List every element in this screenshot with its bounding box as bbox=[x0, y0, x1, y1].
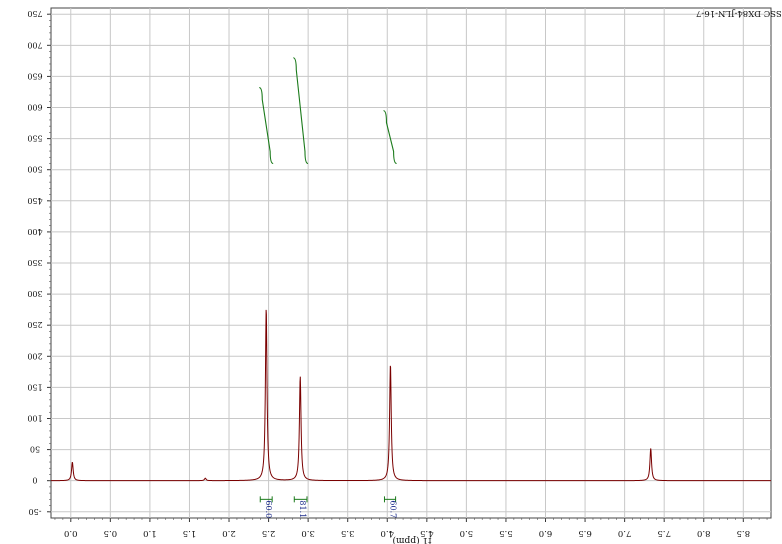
x-tick-label: 2.5 bbox=[262, 528, 276, 538]
y-tick-label: 450 bbox=[27, 196, 42, 205]
x-tick-label: 6.5 bbox=[578, 528, 592, 538]
x-axis-label: f1 (ppm) bbox=[393, 535, 432, 544]
y-tick-label: 550 bbox=[27, 134, 42, 143]
x-tick-label: 1.5 bbox=[183, 528, 197, 538]
x-tick-label: 3.5 bbox=[341, 528, 355, 538]
x-tick-label: 7.0 bbox=[618, 528, 632, 538]
y-tick-label: 300 bbox=[27, 289, 42, 298]
x-axis-ticks: 0.0 0.5 1.0 1.5 2.0 2.5 3.0 3.5 4.0 4.5 5.0 5.5 6.0 6… bbox=[54, 518, 768, 538]
y-tick-label: 250 bbox=[27, 320, 42, 329]
y-tick-label: 400 bbox=[27, 227, 42, 236]
y-tick-label: 200 bbox=[27, 351, 42, 360]
x-tick-label: 7.5 bbox=[657, 528, 671, 538]
y-tick-label: 650 bbox=[27, 71, 42, 80]
x-tick-label: 2.0 bbox=[222, 528, 236, 538]
integral-value-label: 60.0 bbox=[264, 500, 273, 518]
y-tick-label: 600 bbox=[27, 103, 42, 112]
x-tick-label: 6.0 bbox=[539, 528, 553, 538]
y-tick-label: 0 bbox=[32, 476, 37, 485]
y-axis-ticks: 7507006506005505004504003503002502001501… bbox=[27, 9, 51, 516]
x-tick-label: 5.5 bbox=[499, 528, 513, 538]
x-tick-label: 1.0 bbox=[143, 528, 157, 538]
y-tick-label: 100 bbox=[27, 413, 42, 422]
y-tick-label: 700 bbox=[27, 40, 42, 49]
nmr-spectrum-chart: 7507006506005505004504003503002502001501… bbox=[27, 7, 782, 544]
y-tick-label: 750 bbox=[27, 9, 42, 18]
y-tick-label: 500 bbox=[27, 165, 42, 174]
x-tick-label: 3.0 bbox=[301, 528, 315, 538]
x-tick-label: 8.0 bbox=[697, 528, 711, 538]
x-tick-label: 0.5 bbox=[104, 528, 118, 538]
chart-title: SSC DX84-JLN-16-7 bbox=[696, 8, 782, 18]
y-tick-label: -50 bbox=[29, 507, 42, 516]
x-tick-label: 5.0 bbox=[460, 528, 474, 538]
integral-value-label: 81.1 bbox=[298, 500, 307, 518]
y-tick-label: 50 bbox=[30, 445, 40, 454]
y-tick-label: 350 bbox=[27, 258, 42, 267]
y-tick-label: 150 bbox=[27, 382, 42, 391]
integral-value-label: 60.7 bbox=[388, 500, 397, 518]
x-tick-label: 0.0 bbox=[64, 528, 78, 538]
x-tick-label: 4.0 bbox=[380, 528, 394, 538]
x-tick-label: 8.5 bbox=[737, 528, 751, 538]
